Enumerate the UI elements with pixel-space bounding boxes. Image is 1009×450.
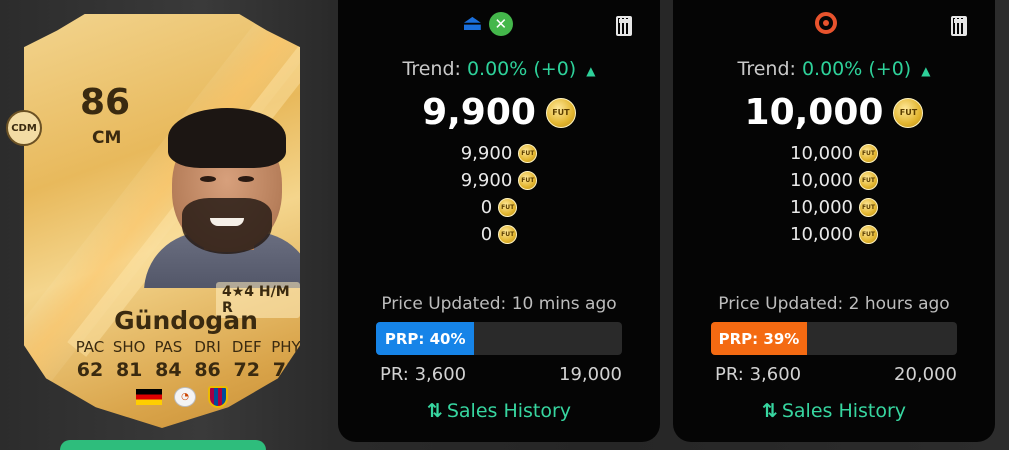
card-badges: ◔ xyxy=(136,386,228,408)
main-price: 10,000 FUT xyxy=(673,92,995,133)
price-row: 9,900 FUT xyxy=(338,167,660,194)
price-list: 10,000 FUT 10,000 FUT 10,000 FUT 10,000 … xyxy=(673,140,995,248)
trend-up-icon: ▲ xyxy=(921,64,931,78)
coin-icon: FUT xyxy=(518,171,538,190)
sort-arrows-icon: ⇅ xyxy=(761,400,778,422)
price-row: 10,000 FUT xyxy=(673,140,995,167)
stat-label: SHO xyxy=(112,338,146,356)
trend-label: Trend: xyxy=(737,58,796,80)
price-value: 10,000 xyxy=(790,224,853,245)
coin-icon: FUT xyxy=(518,144,538,163)
xbox-icon: ✕ xyxy=(488,12,513,36)
price-row: 10,000 FUT xyxy=(673,194,995,221)
trend-label: Trend: xyxy=(402,58,461,80)
price-range: PR: 3,600 19,000 xyxy=(380,364,622,385)
club-crest-icon xyxy=(208,386,228,408)
trend-value: 0.00% (+0) xyxy=(466,58,577,80)
price-range-max: 19,000 xyxy=(559,364,622,385)
price-list: 9,900 FUT 9,900 FUT 0 FUT 0 FUT xyxy=(338,140,660,248)
main-price: 9,900 FUT xyxy=(338,92,660,133)
stat-label: PAS xyxy=(154,338,183,356)
player-position: CM xyxy=(92,128,122,148)
calculator-icon[interactable] xyxy=(951,16,967,36)
player-name: Gündogan xyxy=(114,306,258,335)
stat-label: DRI xyxy=(194,338,221,356)
price-value: 10,000 xyxy=(790,143,853,164)
sales-history-label: Sales History xyxy=(781,400,907,422)
coin-icon: FUT xyxy=(858,144,878,163)
stat-value: 73 xyxy=(272,359,300,381)
price-range-min: PR: 3,600 xyxy=(715,364,802,385)
alt-position-badge[interactable]: CDM xyxy=(6,110,42,146)
stat-value: 62 xyxy=(76,359,104,381)
player-photo xyxy=(144,102,300,288)
price-row: 0 FUT xyxy=(338,221,660,248)
sales-history-link[interactable]: ⇅ Sales History xyxy=(338,400,660,422)
coin-icon: FUT xyxy=(858,198,878,217)
stat-labels: PAC SHO PAS DRI DEF PHY xyxy=(72,338,300,356)
player-card[interactable]: 86 CM 4★4 H/M R Gündogan PAC SHO PAS DRI… xyxy=(24,14,300,428)
league-icon: ◔ xyxy=(174,387,196,407)
price-value: 10,000 xyxy=(790,170,853,191)
price-row: 9,900 FUT xyxy=(338,140,660,167)
price-range-min: PR: 3,600 xyxy=(380,364,467,385)
price-range: PR: 3,600 20,000 xyxy=(715,364,957,385)
playstation-icon: ⏏ xyxy=(462,11,483,36)
sort-arrows-icon: ⇅ xyxy=(426,400,443,422)
trend-value: 0.00% (+0) xyxy=(801,58,912,80)
origin-icon xyxy=(815,12,837,34)
price-range-max: 20,000 xyxy=(894,364,957,385)
player-rating: 86 xyxy=(80,82,131,123)
coin-icon: FUT xyxy=(858,171,878,190)
prp-fill: PRP: 40% xyxy=(376,322,475,355)
price-value: 9,900 xyxy=(460,170,513,191)
stat-values: 62 81 84 86 72 73 xyxy=(72,359,300,381)
player-card-area: 86 CM 4★4 H/M R Gündogan PAC SHO PAS DRI… xyxy=(0,0,330,450)
pc-price-panel: Trend: 0.00% (+0) ▲ 10,000 FUT 10,000 FU… xyxy=(673,0,995,442)
console-price-panel: ⏏ ✕ Trend: 0.00% (+0) ▲ 9,900 FUT 9,900 … xyxy=(338,0,660,442)
main-price-value: 9,900 xyxy=(422,92,536,133)
coin-icon: FUT xyxy=(858,225,878,244)
coin-icon: FUT xyxy=(498,225,518,244)
coin-icon: FUT xyxy=(498,198,518,217)
germany-flag-icon xyxy=(136,389,162,405)
price-value: 10,000 xyxy=(790,197,853,218)
price-updated: Price Updated: 10 mins ago xyxy=(381,294,617,314)
price-updated: Price Updated: 2 hours ago xyxy=(718,294,950,314)
sales-history-label: Sales History xyxy=(446,400,572,422)
stat-label: DEF xyxy=(231,338,262,356)
platform-icons xyxy=(815,12,837,34)
prp-fill: PRP: 39% xyxy=(711,322,807,355)
price-value: 0 xyxy=(480,224,493,245)
price-value: 0 xyxy=(480,197,493,218)
price-row: 0 FUT xyxy=(338,194,660,221)
coin-icon: FUT xyxy=(545,97,576,128)
trend-up-icon: ▲ xyxy=(586,64,596,78)
price-row: 10,000 FUT xyxy=(673,221,995,248)
stat-value: 84 xyxy=(155,359,182,381)
stat-value: 86 xyxy=(194,359,221,381)
action-button[interactable] xyxy=(60,440,266,450)
main-price-value: 10,000 xyxy=(744,92,884,133)
trend-line: Trend: 0.00% (+0) ▲ xyxy=(673,58,995,80)
calculator-icon[interactable] xyxy=(616,16,632,36)
price-value: 9,900 xyxy=(460,143,513,164)
trend-line: Trend: 0.00% (+0) ▲ xyxy=(338,58,660,80)
price-row: 10,000 FUT xyxy=(673,167,995,194)
sales-history-link[interactable]: ⇅ Sales History xyxy=(673,400,995,422)
platform-icons: ⏏ ✕ xyxy=(462,12,513,36)
prp-bar: PRP: 39% xyxy=(711,322,957,355)
stat-label: PHY xyxy=(271,338,300,356)
stat-value: 72 xyxy=(233,359,260,381)
stat-label: PAC xyxy=(75,338,105,356)
coin-icon: FUT xyxy=(893,97,924,128)
stat-value: 81 xyxy=(115,359,143,381)
prp-bar: PRP: 40% xyxy=(376,322,622,355)
